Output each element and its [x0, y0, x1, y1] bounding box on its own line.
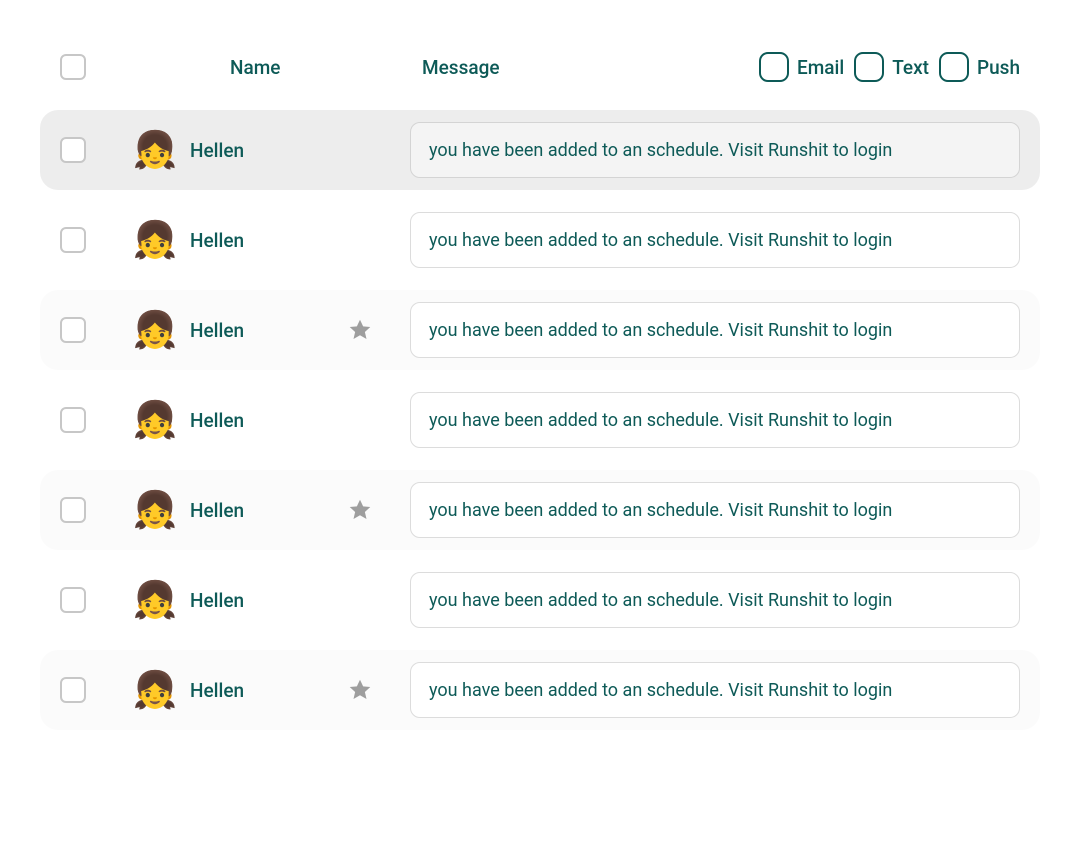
row-name: Hellen — [190, 409, 310, 432]
row-checkbox[interactable] — [60, 677, 86, 703]
table-row: 👧Hellen you have been added to an schedul… — [40, 380, 1040, 460]
star-icon[interactable] — [310, 677, 410, 703]
header-option-text: Text — [854, 52, 929, 82]
table-row: 👧Hellen you have been added to an schedul… — [40, 200, 1040, 280]
row-checkbox[interactable] — [60, 137, 86, 163]
row-checkbox[interactable] — [60, 407, 86, 433]
header-option-push: Push — [939, 52, 1020, 82]
table-row: 👧Hellen you have been added to an schedul… — [40, 560, 1040, 640]
email-checkbox[interactable] — [759, 52, 789, 82]
text-checkbox[interactable] — [854, 52, 884, 82]
email-label: Email — [797, 56, 844, 79]
header-option-email: Email — [759, 52, 844, 82]
avatar: 👧 — [120, 219, 190, 261]
text-label: Text — [892, 56, 929, 79]
message-input[interactable]: you have been added to an schedule. Visi… — [410, 212, 1020, 268]
avatar: 👧 — [120, 399, 190, 441]
table-row: 👧Hellen you have been added to an schedul… — [40, 470, 1040, 550]
row-checkbox[interactable] — [60, 587, 86, 613]
row-name: Hellen — [190, 319, 310, 342]
avatar: 👧 — [120, 489, 190, 531]
avatar: 👧 — [120, 579, 190, 621]
push-checkbox[interactable] — [939, 52, 969, 82]
row-checkbox[interactable] — [60, 497, 86, 523]
column-header-name: Name — [120, 56, 410, 79]
message-input[interactable]: you have been added to an schedule. Visi… — [410, 482, 1020, 538]
row-name: Hellen — [190, 589, 310, 612]
push-label: Push — [977, 56, 1020, 79]
table-row: 👧Hellen you have been added to an schedul… — [40, 290, 1040, 370]
message-input[interactable]: you have been added to an schedule. Visi… — [410, 302, 1020, 358]
table-row: 👧Hellen you have been added to an schedul… — [40, 110, 1040, 190]
star-icon[interactable] — [310, 317, 410, 343]
column-header-message: Message — [410, 56, 749, 79]
table-row: 👧Hellen you have been added to an schedul… — [40, 650, 1040, 730]
star-icon[interactable] — [310, 497, 410, 523]
row-name: Hellen — [190, 139, 310, 162]
table-header: Name Message Email Text Push — [40, 40, 1040, 110]
row-name: Hellen — [190, 679, 310, 702]
select-all-checkbox[interactable] — [60, 54, 86, 80]
message-input[interactable]: you have been added to an schedule. Visi… — [410, 662, 1020, 718]
row-checkbox[interactable] — [60, 227, 86, 253]
avatar: 👧 — [120, 309, 190, 351]
row-checkbox[interactable] — [60, 317, 86, 343]
message-input[interactable]: you have been added to an schedule. Visi… — [410, 392, 1020, 448]
message-input[interactable]: you have been added to an schedule. Visi… — [410, 122, 1020, 178]
message-input[interactable]: you have been added to an schedule. Visi… — [410, 572, 1020, 628]
avatar: 👧 — [120, 669, 190, 711]
row-name: Hellen — [190, 229, 310, 252]
row-name: Hellen — [190, 499, 310, 522]
avatar: 👧 — [120, 129, 190, 171]
